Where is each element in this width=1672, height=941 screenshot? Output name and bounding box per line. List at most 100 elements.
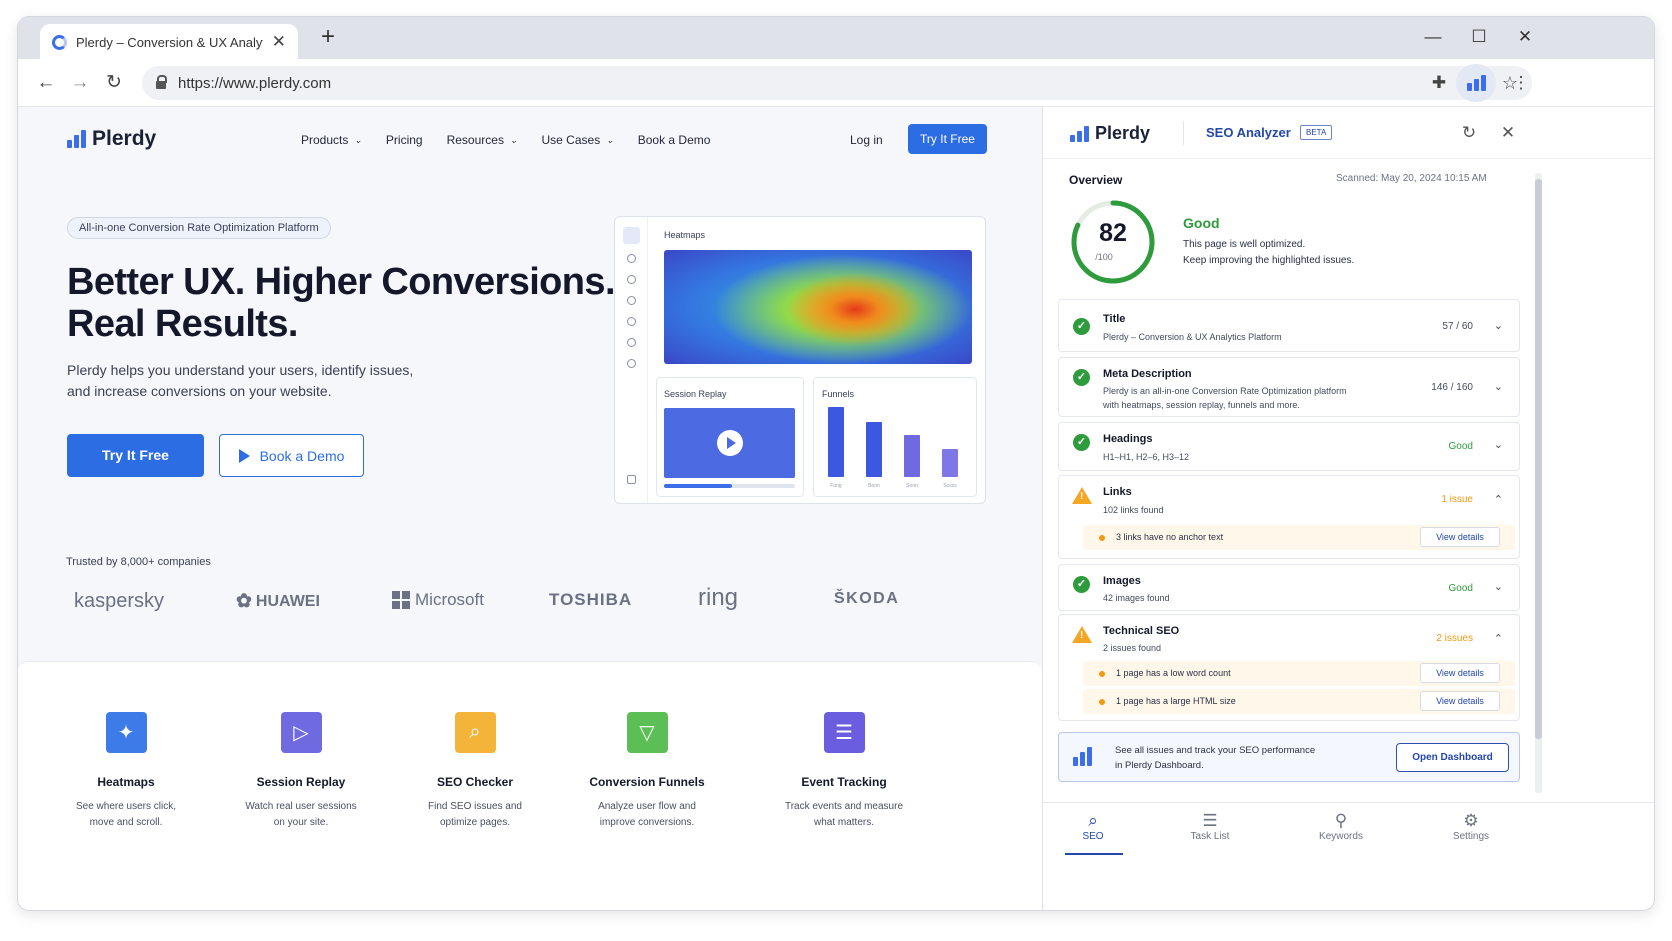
chevron-up-icon[interactable]: ⌃ [1494,632,1503,645]
warning-icon: ! [1072,626,1092,643]
close-tab-icon[interactable]: ✕ [272,32,286,52]
score-description-line: Keep improving the highlighted issues. [1183,255,1355,266]
new-tab-button[interactable]: + [314,23,342,51]
feature-conversion-funnels[interactable]: ▽ Conversion Funnels Analyze user flow a… [557,712,737,831]
url-text[interactable]: https://www.plerdy.com [178,75,1490,92]
hero-headline: Better UX. Higher Conversions. Real Resu… [67,261,627,345]
issue-row: 1 page has a low word count View details [1083,661,1515,686]
panel-bottom-nav: ⌕ SEO ☰ Task List ⚲ Keywords ⚙ Settings [1043,802,1654,862]
tab-seo[interactable]: ⌕ SEO [1048,811,1138,855]
key-search-icon: ⚲ [1334,811,1348,830]
site-navbar: Plerdy Products ⌄ Pricing Resources ⌄ Use … [18,107,1042,169]
item-sub: Plerdy is an all-in-one Conversion Rate … [1103,384,1347,412]
seo-item-images[interactable]: ✓ Images 42 images found Good ⌄ [1058,564,1520,611]
view-details-button[interactable]: View details [1420,663,1500,683]
heatmaps-feature-icon: ✦ [105,712,147,753]
session-replay-feature-icon: ▷ [280,712,322,753]
site-logo[interactable]: Plerdy [67,127,156,151]
website-page: Plerdy Products ⌄ Pricing Resources ⌄ Use … [18,107,1042,910]
try-free-hero-button[interactable]: Try It Free [67,434,204,477]
skoda-logo: ŠKODA [834,590,900,607]
site-nav-links: Products ⌄ Pricing Resources ⌄ Use Cases ⌄ … [301,133,710,147]
item-value: Good [1448,441,1473,452]
nav-products[interactable]: Products ⌄ [301,133,362,147]
minimize-button[interactable]: — [1410,23,1456,51]
close-window-button[interactable]: ✕ [1502,23,1548,51]
panel-scrollbar[interactable] [1535,173,1542,793]
view-details-button[interactable]: View details [1420,527,1500,547]
issue-dot-icon [1099,535,1105,541]
seo-item-meta-description[interactable]: ✓ Meta Description Plerdy is an all-in-o… [1058,357,1520,417]
plerdy-extension-icon[interactable] [1456,64,1496,102]
address-bar[interactable]: https://www.plerdy.com ☆ [142,66,1532,100]
login-link[interactable]: Log in [850,133,883,147]
feature-session-replay[interactable]: ▷ Session Replay Watch real user session… [211,712,391,831]
huawei-petal-icon: ✿ [236,591,252,612]
tab-title: Plerdy – Conversion & UX Analytics [76,34,263,50]
plerdy-logo-icon [67,130,86,148]
tab-settings[interactable]: ⚙ Settings [1426,811,1516,842]
view-details-button[interactable]: View details [1420,691,1500,711]
reload-icon[interactable]: ↻ [100,69,128,97]
item-sub: Plerdy – Conversion & UX Analytics Platf… [1103,332,1282,342]
chevron-down-icon[interactable]: ⌄ [1494,438,1503,451]
nav-pricing[interactable]: Pricing [386,133,423,147]
chevron-up-icon[interactable]: ⌃ [1494,493,1503,506]
extensions-puzzle-icon[interactable]: ✚ [1424,69,1454,97]
refresh-icon[interactable]: ↻ [1459,123,1479,143]
seo-item-headings[interactable]: ✓ Headings H1–H1, H2–6, H3–12 Good ⌄ [1058,422,1520,471]
item-title: Headings [1103,433,1153,445]
dashboard-promo: See all issues and track your SEO perfor… [1058,732,1520,782]
try-free-nav-button[interactable]: Try It Free [908,124,987,154]
feature-desc-line: optimize pages. [439,817,511,828]
tab-label: Keywords [1319,831,1363,842]
back-icon[interactable]: ← [32,69,60,97]
funnel-tick-label: Soon [906,483,918,489]
maximize-button[interactable]: ☐ [1456,23,1502,51]
seo-analyzer-panel: Plerdy SEO Analyzer BETA ↻ ✕ Overview Sc… [1042,107,1654,910]
issue-dot-icon [1099,699,1105,705]
book-demo-hero-button[interactable]: Book a Demo [219,434,364,477]
hero-subtext-line-2: and increase conversions on your website… [67,383,332,399]
chevron-down-icon[interactable]: ⌄ [1494,319,1503,332]
forward-icon[interactable]: → [66,69,94,97]
gear-icon: ⚙ [1463,811,1479,830]
chevron-down-icon[interactable]: ⌄ [1494,380,1503,393]
plerdy-logo-icon [1466,75,1486,91]
feature-desc-line: on your site. [273,817,329,828]
scrollbar-thumb[interactable] [1535,179,1542,739]
nav-book-demo[interactable]: Book a Demo [638,133,711,147]
feature-title: Event Tracking [801,775,887,789]
tab-task-list[interactable]: ☰ Task List [1165,811,1255,842]
open-dashboard-button[interactable]: Open Dashboard [1396,743,1509,772]
mockup-nav-icon [627,317,636,326]
feature-desc: Analyze user flow and improve conversions… [557,799,737,831]
seo-item-links[interactable]: ! Links 102 links found 1 issue ⌃ 3 link… [1058,475,1520,559]
feature-seo-checker[interactable]: ⌕ SEO Checker Find SEO issues and optimiz… [385,712,565,831]
hero-subtext-line-1: Plerdy helps you understand your users, … [67,362,414,378]
book-demo-label: Book a Demo [259,447,345,464]
feature-event-tracking[interactable]: ☰ Event Tracking Track events and measur… [754,712,934,831]
nav-use-cases[interactable]: Use Cases ⌄ [542,133,614,147]
item-title: Images [1103,575,1141,587]
mockup-nav-icon [627,338,636,347]
seo-item-title[interactable]: ✓ Title Plerdy – Conversion & UX Analyti… [1058,299,1520,352]
chevron-down-icon: ⌄ [354,134,362,145]
browser-menu-icon[interactable]: ⋮ [1506,69,1536,97]
nav-resources[interactable]: Resources ⌄ [447,133,518,147]
seo-item-technical-seo[interactable]: ! Technical SEO 2 issues found 2 issues … [1058,614,1520,721]
session-replay-label: Session Replay [664,389,727,399]
promo-text-line: See all issues and track your SEO perfor… [1115,745,1316,756]
item-title: Links [1103,486,1132,498]
panel-logo-text: Plerdy [1095,123,1151,143]
close-panel-icon[interactable]: ✕ [1498,123,1518,143]
feature-heatmaps[interactable]: ✦ Heatmaps See where users click, move an… [36,712,216,831]
toshiba-logo: TOSHIBA [549,590,633,609]
chevron-down-icon[interactable]: ⌄ [1494,580,1503,593]
funnel-tick-label: Boon [868,483,880,489]
scanned-timestamp: Scanned: May 20, 2024 10:15 AM [1336,173,1487,184]
browser-tab[interactable]: Plerdy – Conversion & UX Analytics ✕ [40,24,298,60]
warning-glyph: ! [1080,630,1084,641]
tab-keywords[interactable]: ⚲ Keywords [1296,811,1386,842]
beta-badge: BETA [1300,125,1333,140]
